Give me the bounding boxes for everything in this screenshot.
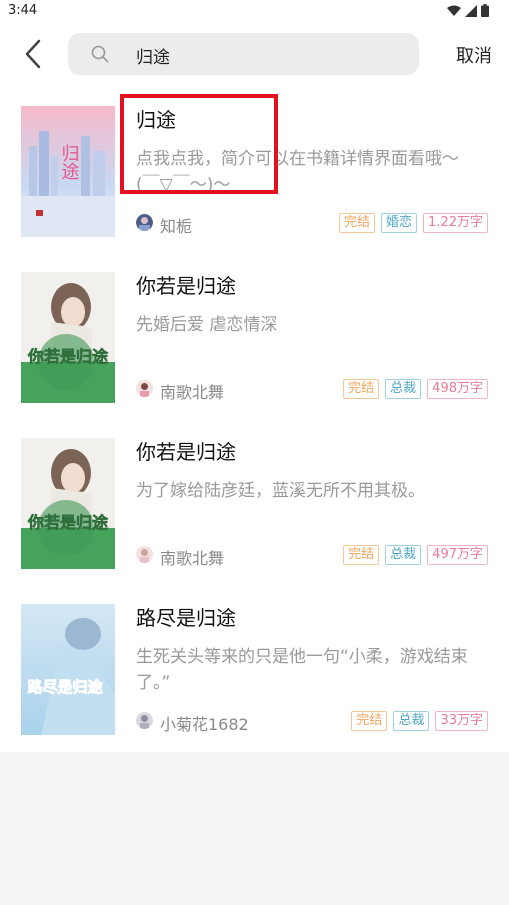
book-description: 先婚后爱 虐恋情深	[136, 315, 278, 335]
search-icon	[91, 45, 109, 63]
book-result-item[interactable]: 路尽是归途 路尽是归途 生死关头等来的只是他一句“小柔，游戏结束了。” 小菊花1…	[0, 588, 509, 754]
author-avatar	[136, 546, 153, 563]
author-avatar	[136, 712, 153, 729]
book-cover[interactable]: 归途	[21, 106, 115, 237]
author-name: 南歌北舞	[160, 383, 225, 402]
category-badge: 总裁	[393, 711, 430, 731]
author-name: 知栀	[160, 217, 193, 236]
author-name: 小菊花1682	[160, 715, 249, 734]
back-button[interactable]	[18, 32, 48, 76]
back-arrow-icon	[25, 39, 41, 69]
search-header: 归途 取消	[0, 22, 509, 90]
word-count-badge: 497万字	[427, 545, 488, 565]
word-count-badge: 498万字	[427, 379, 488, 399]
status-time: 3:44	[8, 3, 38, 18]
wifi-icon	[447, 5, 461, 16]
book-title[interactable]: 你若是归途	[136, 270, 236, 299]
status-badge: 完结	[351, 711, 388, 731]
search-query[interactable]: 归途	[136, 43, 170, 68]
book-title[interactable]: 你若是归途	[136, 436, 236, 465]
annotation-highlight-box	[120, 94, 278, 194]
author-avatar	[136, 214, 153, 231]
author-avatar	[136, 380, 153, 397]
book-description: 生死关头等来的只是他一句“小柔，游戏结束了。”	[136, 647, 468, 693]
book-cover[interactable]: 路尽是归途	[21, 604, 115, 735]
signal-icon	[465, 4, 477, 17]
cancel-button[interactable]: 取消	[456, 42, 492, 68]
book-tags: 完结 总裁 498万字	[343, 379, 488, 399]
word-count-badge: 33万字	[435, 711, 488, 731]
search-input[interactable]: 归途	[68, 33, 419, 75]
category-badge: 婚恋	[381, 213, 418, 233]
status-badge: 完结	[343, 379, 380, 399]
status-icons	[447, 4, 489, 17]
category-badge: 总裁	[385, 545, 422, 565]
book-description: 为了嫁给陆彦廷，蓝溪无所不用其极。	[136, 481, 425, 501]
battery-icon	[481, 4, 489, 17]
book-tags: 完结 总裁 33万字	[351, 711, 488, 731]
category-badge: 总裁	[385, 379, 422, 399]
author-name: 南歌北舞	[160, 549, 225, 568]
word-count-badge: 1.22万字	[423, 213, 488, 233]
book-result-item[interactable]: 你若是归途 你若是归途 为了嫁给陆彦廷，蓝溪无所不用其极。 南歌北舞 完结 总裁…	[0, 422, 509, 588]
book-cover-title: 你若是归途	[27, 347, 109, 366]
status-badge: 完结	[339, 213, 376, 233]
book-cover[interactable]: 你若是归途	[21, 272, 115, 403]
book-cover-title: 路尽是归途	[27, 678, 103, 696]
book-tags: 完结 总裁 497万字	[343, 545, 488, 565]
book-cover[interactable]: 你若是归途	[21, 438, 115, 569]
book-cover-title: 归途	[59, 144, 80, 180]
book-result-item[interactable]: 你若是归途 你若是归途 先婚后爱 虐恋情深 南歌北舞 完结 总裁 498万字	[0, 256, 509, 422]
status-badge: 完结	[343, 545, 380, 565]
status-bar: 3:44	[0, 0, 509, 22]
book-cover-title: 你若是归途	[27, 513, 109, 532]
book-tags: 完结 婚恋 1.22万字	[339, 213, 488, 233]
book-title[interactable]: 路尽是归途	[136, 602, 236, 631]
